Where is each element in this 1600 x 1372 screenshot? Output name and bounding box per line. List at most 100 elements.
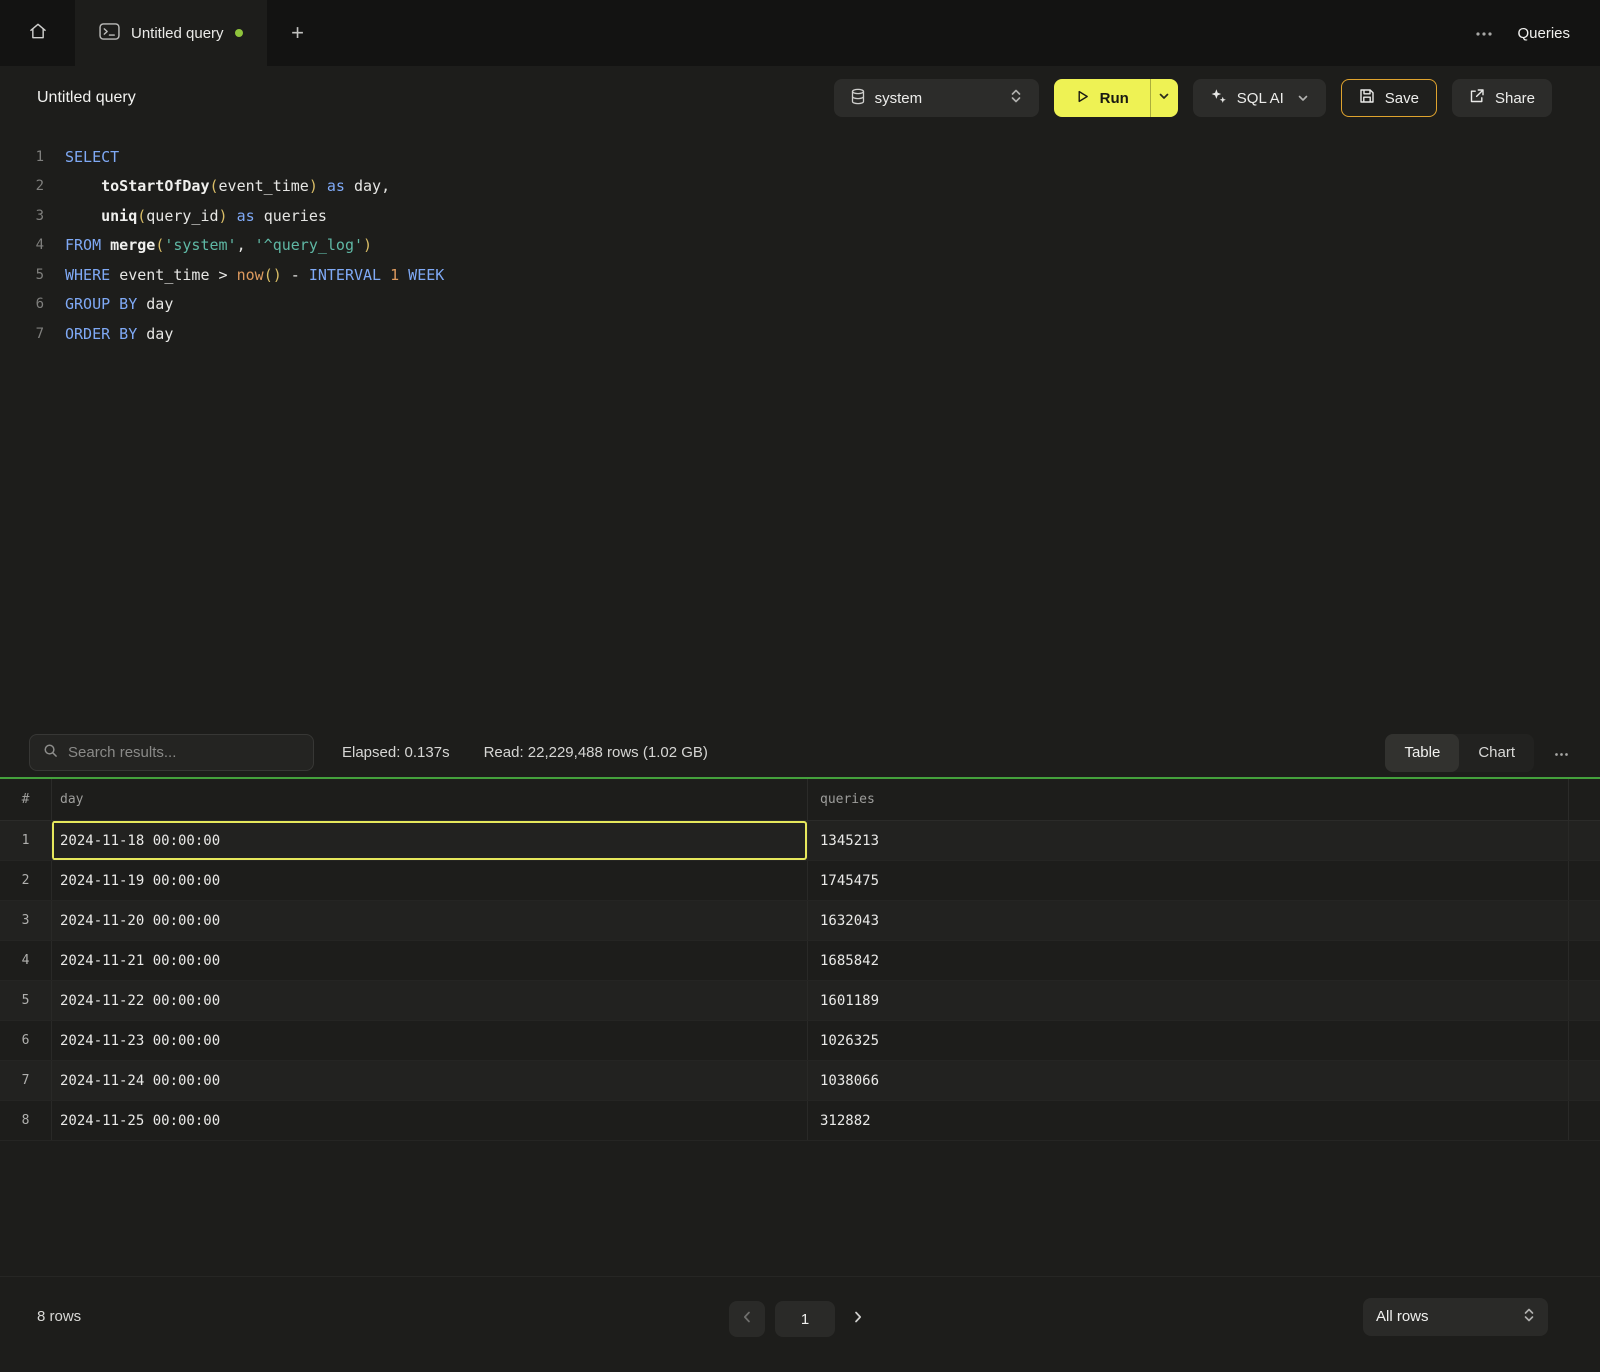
view-toggle: Table Chart	[1385, 734, 1534, 772]
terminal-icon	[99, 23, 120, 44]
database-selector[interactable]: system	[834, 79, 1039, 117]
code-line[interactable]: 3 uniq(query_id) as queries	[0, 201, 1600, 231]
sql-editor[interactable]: 1 SELECT 2 toStartOfDay(event_time) as d…	[0, 130, 1600, 728]
share-button[interactable]: Share	[1452, 79, 1552, 117]
row-number: 8	[0, 1101, 51, 1140]
share-label: Share	[1495, 90, 1535, 107]
queries-link[interactable]: Queries	[1517, 25, 1570, 42]
code-text: WHERE event_time > now() - INTERVAL 1 WE…	[44, 266, 444, 284]
cell-queries[interactable]: 1601189	[807, 981, 1568, 1020]
run-label: Run	[1100, 90, 1129, 107]
row-gutter	[1568, 861, 1600, 900]
run-button-group: Run	[1054, 79, 1178, 117]
table-row[interactable]: 3 2024-11-20 00:00:00 1632043	[0, 901, 1600, 941]
row-number: 3	[0, 901, 51, 940]
run-options-button[interactable]	[1150, 79, 1178, 117]
cell-queries[interactable]: 1685842	[807, 941, 1568, 980]
results-search-input[interactable]	[68, 744, 300, 761]
code-text: uniq(query_id) as queries	[44, 207, 327, 225]
tab-untitled-query[interactable]: Untitled query	[75, 0, 267, 66]
row-gutter	[1568, 941, 1600, 980]
prev-page-button[interactable]	[729, 1301, 765, 1337]
tabbar-menu-button[interactable]	[1475, 24, 1493, 42]
home-button[interactable]	[0, 0, 75, 66]
page-title: Untitled query	[37, 89, 136, 107]
table-row[interactable]: 1 2024-11-18 00:00:00 1345213	[0, 821, 1600, 861]
save-button[interactable]: Save	[1341, 79, 1437, 117]
row-gutter	[1568, 1101, 1600, 1140]
cell-day[interactable]: 2024-11-23 00:00:00	[51, 1021, 807, 1060]
cell-queries[interactable]: 1038066	[807, 1061, 1568, 1100]
chevron-down-icon	[1158, 89, 1170, 107]
row-number: 6	[0, 1021, 51, 1060]
tabbar-right: Queries	[1475, 0, 1600, 66]
table-row[interactable]: 4 2024-11-21 00:00:00 1685842	[0, 941, 1600, 981]
table-row[interactable]: 6 2024-11-23 00:00:00 1026325	[0, 1021, 1600, 1061]
rows-per-page-select[interactable]: All rows	[1363, 1298, 1548, 1336]
line-number: 2	[0, 178, 44, 194]
row-gutter	[1568, 821, 1600, 860]
results-menu-button[interactable]	[1553, 744, 1570, 762]
ellipsis-icon	[1553, 744, 1570, 761]
column-header-queries: queries	[807, 779, 1568, 820]
save-label: Save	[1385, 90, 1419, 107]
code-line[interactable]: 2 toStartOfDay(event_time) as day,	[0, 172, 1600, 202]
table-row[interactable]: 5 2024-11-22 00:00:00 1601189	[0, 981, 1600, 1021]
code-line[interactable]: 1 SELECT	[0, 142, 1600, 172]
cell-queries[interactable]: 312882	[807, 1101, 1568, 1140]
chevron-up-down-icon	[1523, 1307, 1535, 1327]
database-selector-value: system	[875, 90, 1000, 107]
code-text: FROM merge('system', '^query_log')	[44, 236, 372, 254]
code-text: toStartOfDay(event_time) as day,	[44, 177, 390, 195]
line-number: 1	[0, 149, 44, 165]
cell-queries[interactable]: 1632043	[807, 901, 1568, 940]
sql-ai-button[interactable]: SQL AI	[1193, 79, 1326, 117]
table-row[interactable]: 2 2024-11-19 00:00:00 1745475	[0, 861, 1600, 901]
new-tab-button[interactable]: +	[267, 0, 329, 66]
tab-title: Untitled query	[131, 25, 224, 42]
unsaved-changes-dot	[235, 29, 243, 37]
page-button[interactable]: 1	[775, 1301, 835, 1337]
query-toolbar: Untitled query system Run	[0, 66, 1600, 130]
column-header-day: day	[51, 779, 807, 820]
line-number: 6	[0, 296, 44, 312]
elapsed-stat: Elapsed: 0.137s	[342, 744, 450, 761]
code-line[interactable]: 6 GROUP BY day	[0, 290, 1600, 320]
cell-day[interactable]: 2024-11-22 00:00:00	[51, 981, 807, 1020]
results-toolbar: Elapsed: 0.137s Read: 22,229,488 rows (1…	[0, 728, 1600, 777]
chart-view-button[interactable]: Chart	[1459, 734, 1534, 772]
code-text: SELECT	[44, 148, 119, 166]
code-line[interactable]: 5 WHERE event_time > now() - INTERVAL 1 …	[0, 260, 1600, 290]
cell-day[interactable]: 2024-11-20 00:00:00	[51, 901, 807, 940]
cell-day[interactable]: 2024-11-19 00:00:00	[51, 861, 807, 900]
search-icon	[43, 743, 58, 763]
cell-queries[interactable]: 1026325	[807, 1021, 1568, 1060]
line-number: 5	[0, 267, 44, 283]
play-icon	[1075, 89, 1090, 108]
code-line[interactable]: 4 FROM merge('system', '^query_log')	[0, 231, 1600, 261]
chevron-left-icon	[743, 1310, 751, 1328]
table-row[interactable]: 7 2024-11-24 00:00:00 1038066	[0, 1061, 1600, 1101]
save-icon	[1359, 88, 1375, 108]
next-page-button[interactable]	[845, 1301, 871, 1337]
table-header: # day queries	[0, 779, 1600, 821]
pagination: 1	[729, 1301, 871, 1337]
run-button[interactable]: Run	[1054, 79, 1150, 117]
line-number: 3	[0, 208, 44, 224]
ellipsis-icon	[1475, 24, 1493, 42]
cell-queries[interactable]: 1345213	[807, 821, 1568, 860]
code-line[interactable]: 7 ORDER BY day	[0, 319, 1600, 349]
row-number: 4	[0, 941, 51, 980]
cell-day[interactable]: 2024-11-24 00:00:00	[51, 1061, 807, 1100]
home-icon	[28, 21, 48, 46]
cell-day[interactable]: 2024-11-21 00:00:00	[51, 941, 807, 980]
sql-console-app: Untitled query + Queries Untitled query …	[0, 0, 1600, 1372]
code-text: GROUP BY day	[44, 295, 173, 313]
line-number: 4	[0, 237, 44, 253]
cell-day[interactable]: 2024-11-18 00:00:00	[51, 821, 807, 860]
table-row[interactable]: 8 2024-11-25 00:00:00 312882	[0, 1101, 1600, 1141]
cell-queries[interactable]: 1745475	[807, 861, 1568, 900]
table-view-button[interactable]: Table	[1385, 734, 1459, 772]
cell-day[interactable]: 2024-11-25 00:00:00	[51, 1101, 807, 1140]
results-search-box[interactable]	[29, 734, 314, 771]
